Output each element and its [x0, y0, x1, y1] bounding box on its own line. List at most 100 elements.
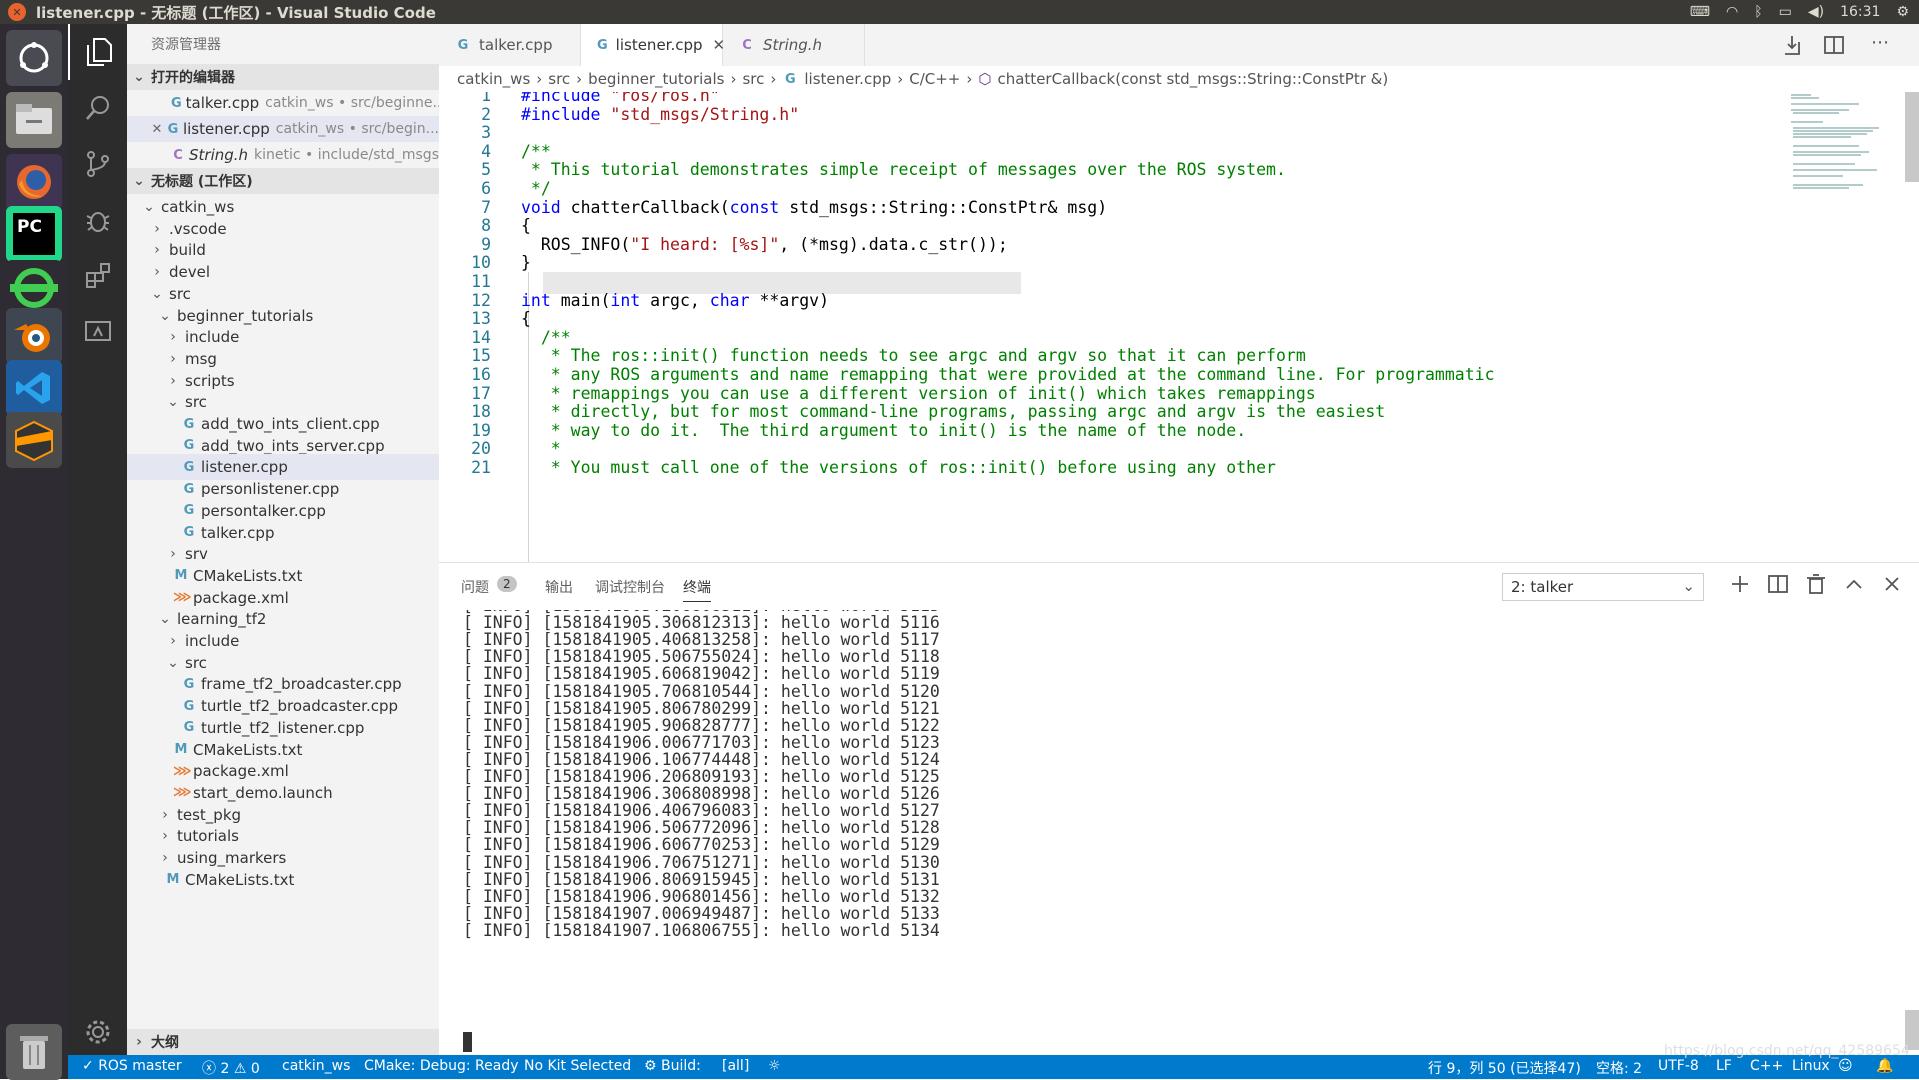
cmake-file-icon: M: [174, 742, 188, 757]
cpp-file-icon: G: [183, 525, 195, 540]
tab-problems[interactable]: 问题: [461, 577, 489, 597]
tree-item-label: frame_tf2_broadcaster.cpp: [201, 675, 402, 694]
line-number: 12: [471, 290, 491, 310]
encoding-status[interactable]: UTF-8: [1658, 1058, 1699, 1074]
code-line: {: [521, 309, 531, 329]
code-line: */: [521, 179, 551, 198]
outline-header[interactable]: › 大纲: [127, 1029, 439, 1055]
firefox-icon[interactable]: [6, 154, 62, 210]
wifi-icon[interactable]: ◠: [1726, 4, 1738, 20]
tree-item-label: beginner_tutorials: [177, 306, 314, 325]
breadcrumb-item[interactable]: catkin_ws: [457, 70, 530, 88]
ubuntu-dash-icon[interactable]: [6, 30, 62, 86]
gear-icon[interactable]: ⚙: [1896, 4, 1909, 20]
code-line: #include "std_msgs/String.h": [521, 104, 800, 124]
breadcrumb-item[interactable]: src: [742, 70, 764, 88]
debug-icon[interactable]: ☼: [768, 1058, 781, 1074]
search-icon[interactable]: [68, 80, 127, 136]
indentation-status[interactable]: 空格: 2: [1596, 1058, 1642, 1078]
new-terminal-icon[interactable]: [1729, 573, 1751, 595]
build-button[interactable]: ⚙ Build:: [644, 1058, 701, 1074]
bluetooth-icon[interactable]: ᛒ: [1754, 4, 1762, 20]
chevron-right-icon: ›: [162, 806, 168, 823]
tab-string-h[interactable]: C String.h: [723, 24, 865, 66]
tree-file[interactable]: M CMakeLists.txt: [127, 867, 439, 893]
terminal-select[interactable]: 2: talker ⌄: [1502, 573, 1704, 601]
pycharm-icon[interactable]: PC: [6, 206, 62, 262]
line-number: 14: [471, 327, 491, 347]
code-line: ROS_INFO("I heard: [%s]", (*msg).data.c_…: [521, 234, 1008, 254]
code-line: *: [521, 439, 561, 459]
close-icon[interactable]: ✕: [151, 122, 163, 137]
tab-debug-console[interactable]: 调试控制台: [595, 577, 665, 597]
vscode-icon[interactable]: [6, 360, 62, 416]
activity-bar: [68, 24, 127, 1055]
clock[interactable]: 16:31: [1840, 4, 1880, 20]
tab-listener[interactable]: Glistener.cpp ✕: [581, 24, 725, 66]
split-terminal-icon[interactable]: [1767, 573, 1789, 595]
open-editor-item[interactable]: Gtalker.cpp catkin_ws • src/beginne...: [127, 90, 439, 116]
sublime-box-icon[interactable]: [6, 412, 62, 468]
code-editor[interactable]: 1 #include "ros/ros.h" 2 #include "std_msgs…: [439, 92, 1919, 562]
tab-terminal[interactable]: 终端: [683, 577, 711, 602]
notifications-icon[interactable]: 🔔: [1876, 1058, 1893, 1074]
tab-output[interactable]: 输出: [545, 577, 573, 597]
more-actions-icon[interactable]: ⋯: [1871, 32, 1889, 53]
maximize-panel-icon[interactable]: [1843, 573, 1865, 595]
ros-master-status[interactable]: ✓ ROS master: [82, 1058, 182, 1074]
breadcrumb-item[interactable]: chatterCallback(const std_msgs::String::…: [997, 70, 1388, 88]
os-status[interactable]: Linux: [1792, 1058, 1830, 1074]
keyboard-icon[interactable]: ⌨: [1690, 4, 1710, 20]
close-panel-icon[interactable]: [1881, 573, 1903, 595]
chevron-right-icon: ›: [162, 828, 168, 845]
tree-item-label: msg: [185, 349, 217, 368]
battery-icon[interactable]: ▭: [1779, 4, 1792, 20]
feedback-icon[interactable]: ☺: [1838, 1058, 1853, 1074]
breadcrumb-item[interactable]: listener.cpp: [804, 70, 891, 88]
chevron-down-icon: ⌄: [167, 654, 179, 671]
trash-icon[interactable]: [6, 1024, 62, 1080]
tab-talker[interactable]: Gtalker.cpp: [439, 24, 581, 66]
split-editor-icon[interactable]: [1823, 34, 1845, 56]
source-control-icon[interactable]: [68, 136, 127, 192]
chevron-down-icon: ⌄: [1682, 577, 1695, 595]
cpp-file-icon: G: [785, 71, 796, 87]
eol-status[interactable]: LF: [1716, 1058, 1732, 1074]
cursor-position[interactable]: 行 9，列 50 (已选择47): [1428, 1058, 1581, 1078]
remote-explorer-icon[interactable]: [68, 304, 127, 360]
close-window-button[interactable]: ✕: [8, 3, 26, 21]
language-status[interactable]: C++: [1750, 1058, 1783, 1074]
terminal[interactable]: [ INFO] [1581841905.206808311]: hello wo…: [439, 610, 1919, 1055]
line-number: 8: [481, 216, 491, 236]
debug-icon[interactable]: [68, 192, 127, 248]
trash-terminal-icon[interactable]: [1805, 573, 1827, 595]
folder-status[interactable]: catkin_ws: [282, 1058, 350, 1074]
code-line: int main(int argc, char **argv): [521, 290, 830, 310]
chevron-down-icon: ⌄: [143, 199, 155, 215]
explorer-icon[interactable]: [68, 24, 127, 80]
tree-item-label: test_pkg: [177, 805, 242, 824]
build-target[interactable]: [all]: [722, 1058, 749, 1074]
breadcrumb-item[interactable]: C/C++: [909, 70, 960, 88]
extensions-icon[interactable]: [68, 248, 127, 304]
volume-icon[interactable]: ◀): [1808, 4, 1824, 20]
open-editors-header[interactable]: ⌄ 打开的编辑器: [127, 64, 439, 90]
kit-status[interactable]: No Kit Selected: [524, 1058, 631, 1074]
open-changes-icon[interactable]: [1781, 34, 1803, 56]
cpp-file-icon: G: [597, 37, 608, 53]
breadcrumb-item[interactable]: src: [548, 70, 570, 88]
open-editor-item[interactable]: C String.h kinetic • include/std_msgs: [127, 142, 439, 168]
problems-status[interactable]: ⓧ 2 ⚠ 0: [202, 1058, 260, 1078]
cpp-file-icon: G: [183, 459, 195, 475]
breadcrumb-item[interactable]: beginner_tutorials: [588, 70, 724, 88]
settings-gear-icon[interactable]: [68, 1004, 127, 1060]
editor-scrollbar[interactable]: [1905, 92, 1919, 182]
open-editor-item-active[interactable]: ✕ Glistener.cpp catkin_ws • src/begin...: [127, 116, 439, 142]
cmake-status[interactable]: CMake: Debug: Ready: [364, 1058, 519, 1074]
files-icon[interactable]: [6, 92, 62, 148]
line-number: 19: [471, 420, 491, 440]
minimap[interactable]: [1789, 92, 1889, 212]
blender-icon[interactable]: [6, 308, 62, 364]
workspace-header[interactable]: ⌄ 无标题 (工作区): [127, 168, 439, 194]
line-number: 21: [471, 458, 491, 477]
